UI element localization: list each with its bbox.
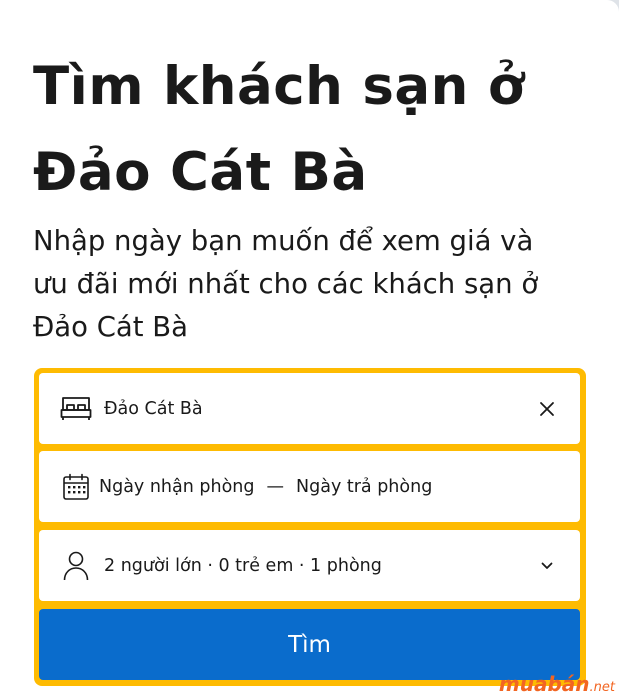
- subtitle-line-3: Đảo Cát Bà: [33, 311, 189, 343]
- subtitle-line-1: Nhập ngày bạn muốn để xem giá và: [33, 225, 534, 257]
- close-icon[interactable]: [536, 398, 558, 420]
- watermark-brand: muabán: [498, 672, 590, 696]
- date-range-field[interactable]: Ngày nhận phòng — Ngày trả phòng: [39, 451, 580, 522]
- watermark-tld: .net: [589, 680, 615, 695]
- search-card: Tìm khách sạn ở Đảo Cát Bà Nhập ngày bạn…: [0, 0, 619, 700]
- page-subtitle: Nhập ngày bạn muốn để xem giá và ưu đãi …: [33, 220, 593, 349]
- search-form: Đảo Cát Bà Ngày nhận phòng — Ngày trả ph…: [34, 368, 586, 686]
- calendar-icon: [59, 470, 93, 504]
- page-title: Tìm khách sạn ở Đảo Cát Bà: [33, 44, 593, 216]
- guests-value: 2 người lớn · 0 trẻ em · 1 phòng: [104, 555, 382, 576]
- person-icon: [59, 549, 93, 583]
- search-button[interactable]: Tìm: [39, 609, 580, 680]
- watermark-logo: muabán.net: [499, 672, 615, 700]
- checkin-placeholder[interactable]: Ngày nhận phòng: [99, 477, 255, 497]
- subtitle-line-2: ưu đãi mới nhất cho các khách sạn ở: [33, 268, 539, 300]
- checkout-placeholder[interactable]: Ngày trả phòng: [296, 477, 432, 497]
- date-range-text: Ngày nhận phòng — Ngày trả phòng: [99, 477, 432, 497]
- destination-value: Đảo Cát Bà: [104, 398, 203, 419]
- destination-field[interactable]: Đảo Cát Bà: [39, 373, 580, 444]
- title-line-2: Đảo Cát Bà: [33, 142, 368, 203]
- guests-field[interactable]: 2 người lớn · 0 trẻ em · 1 phòng: [39, 530, 580, 601]
- date-separator: —: [266, 476, 285, 497]
- bed-icon: [59, 392, 93, 426]
- chevron-down-icon[interactable]: [536, 555, 558, 577]
- title-line-1: Tìm khách sạn ở: [33, 56, 525, 117]
